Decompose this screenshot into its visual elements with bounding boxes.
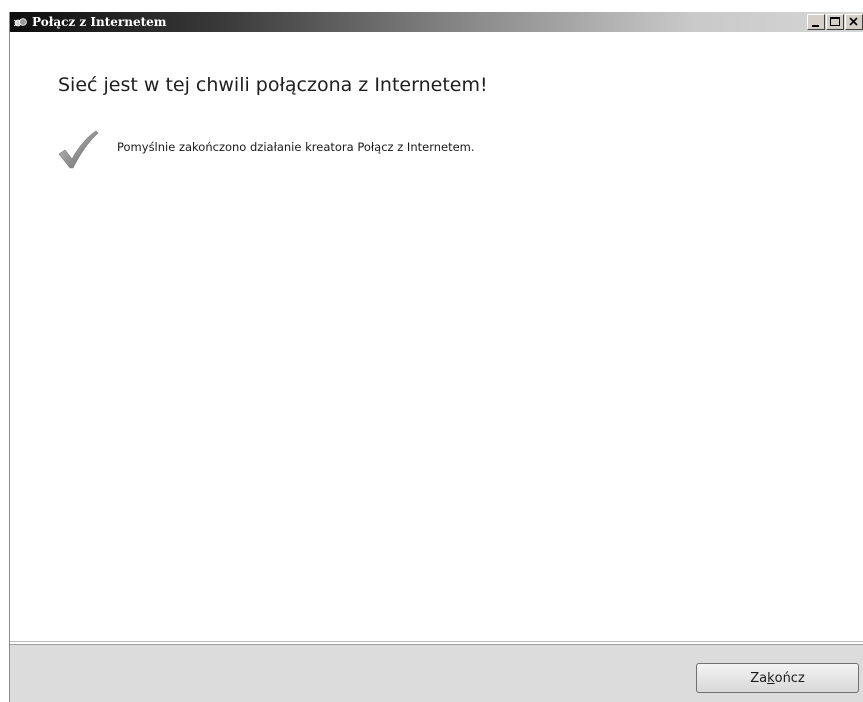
window-title: Połącz z Internetem: [32, 15, 167, 29]
close-icon: [849, 17, 858, 26]
page-title: Sieć jest w tej chwili połączona z Inter…: [58, 74, 488, 96]
close-button[interactable]: [845, 14, 863, 30]
footer-divider: [10, 641, 863, 642]
finish-label-pre: Za: [750, 670, 768, 686]
maximize-button[interactable]: [826, 14, 844, 30]
wizard-window: Połącz z Internetem Sieć jest w tej chwi…: [9, 12, 863, 702]
network-wizard-icon: [13, 15, 28, 29]
finish-label-accelerator: k: [767, 670, 775, 686]
minimize-button[interactable]: [807, 14, 825, 30]
minimize-icon: [812, 25, 819, 27]
finish-label-post: ończ: [774, 670, 805, 686]
title-bar[interactable]: Połącz z Internetem: [10, 12, 863, 32]
finish-button[interactable]: Za k ończ: [696, 663, 859, 693]
checkmark-icon: [56, 128, 100, 172]
window-controls: [806, 14, 863, 30]
wizard-content: [10, 32, 863, 638]
status-message: Pomyślnie zakończono działanie kreatora …: [117, 140, 475, 154]
maximize-icon: [830, 17, 840, 26]
